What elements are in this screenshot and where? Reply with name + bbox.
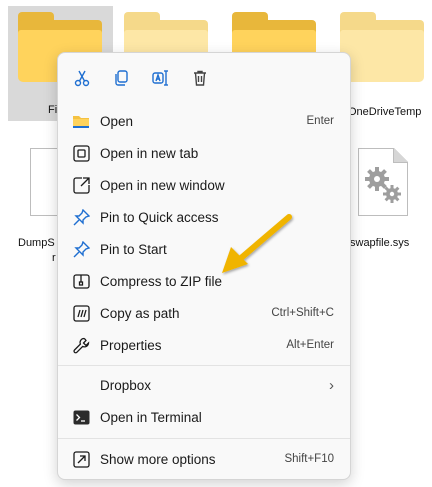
annotation-arrow	[222, 214, 292, 273]
